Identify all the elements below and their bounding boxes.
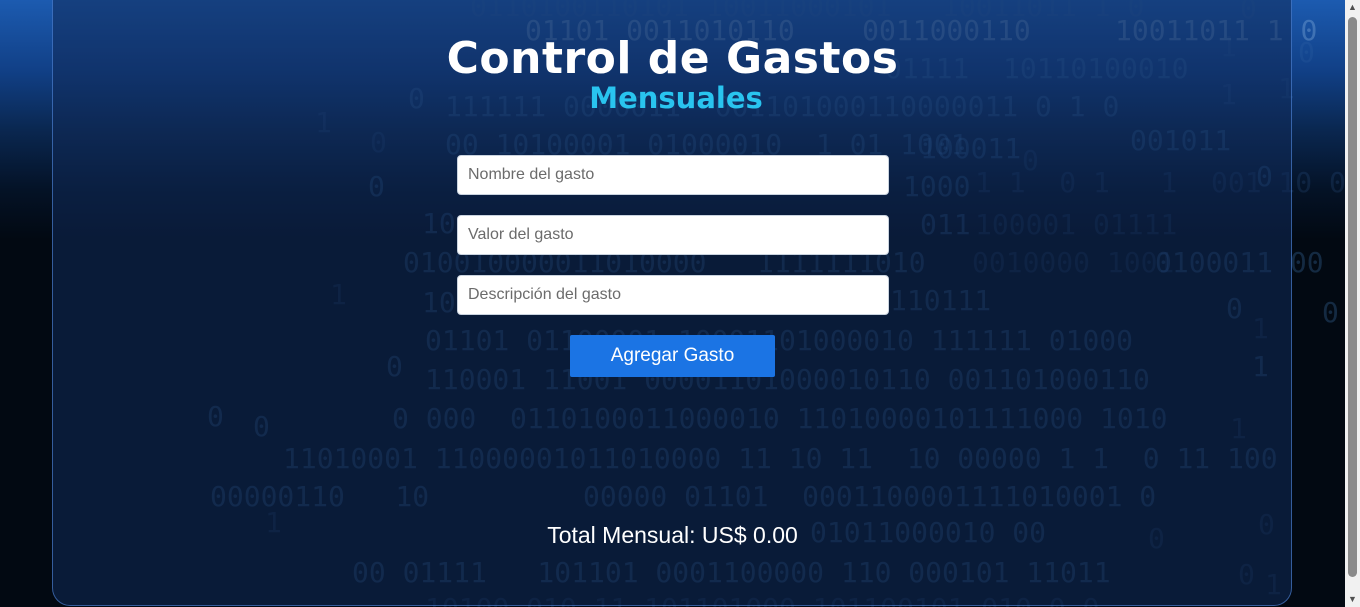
vertical-scrollbar[interactable]: ▲ ▼ [1345,0,1360,607]
expense-value-input[interactable] [457,215,889,255]
add-expense-button[interactable]: Agregar Gasto [570,335,775,377]
page-subtitle: Mensuales [589,81,763,115]
triangle-up-icon[interactable]: ▲ [1345,0,1360,15]
expense-description-input[interactable] [457,275,889,315]
triangle-down-icon[interactable]: ▼ [1345,592,1360,607]
scrollbar-thumb[interactable] [1348,17,1357,577]
monthly-total: Total Mensual: US$ 0.00 [547,522,798,548]
page-title: Control de Gastos [446,33,899,84]
expense-name-input[interactable] [457,155,889,195]
